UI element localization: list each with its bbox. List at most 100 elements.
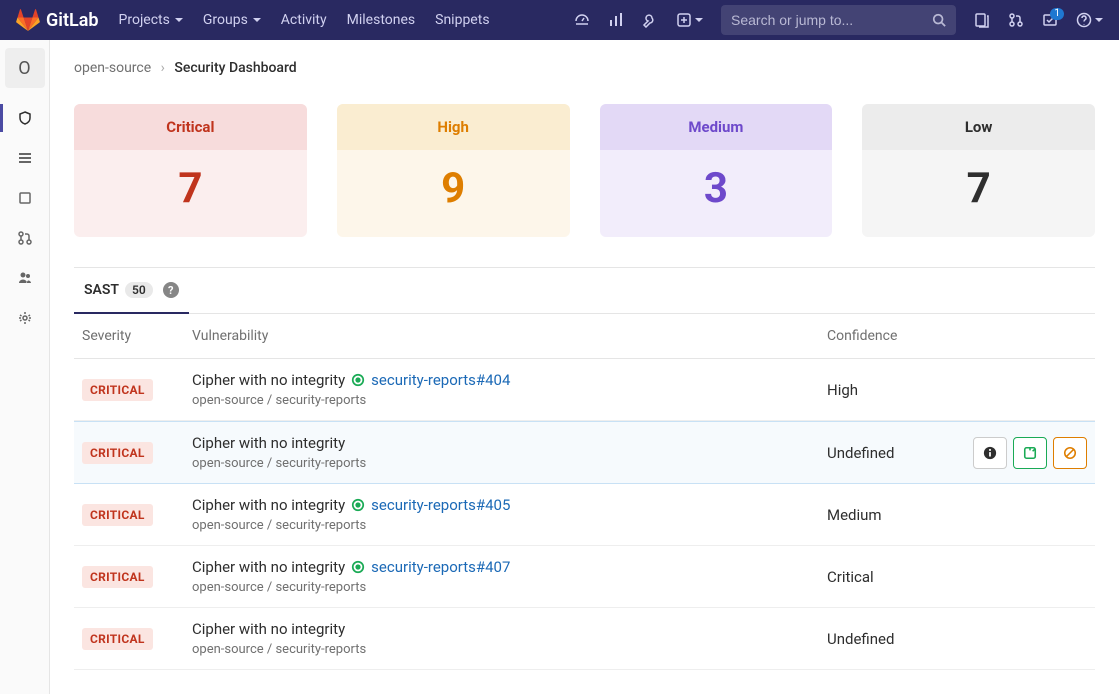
help-icon[interactable]	[1076, 12, 1103, 28]
vulnerability-path: open-source / security-reports	[192, 393, 827, 408]
vulnerabilities-table: Severity Vulnerability Confidence CRITIC…	[74, 314, 1095, 670]
left-sidebar: O	[0, 40, 50, 694]
breadcrumb-separator: ›	[161, 60, 165, 76]
wrench-icon[interactable]	[642, 12, 658, 28]
sidebar-item-packages[interactable]	[0, 178, 50, 218]
nav-projects-label: Projects	[119, 12, 170, 28]
table-row[interactable]: CRITICAL Cipher with no integrity open-sou…	[74, 421, 1095, 484]
vulnerability-path: open-source / security-reports	[192, 518, 827, 533]
card-high[interactable]: High 9	[337, 104, 570, 237]
tab-sast[interactable]: SAST 50 ?	[74, 268, 189, 314]
brand-logo[interactable]: GitLab	[16, 8, 99, 32]
global-search[interactable]	[721, 5, 956, 35]
nav-snippets[interactable]: Snippets	[435, 12, 489, 28]
breadcrumb: open-source › Security Dashboard	[74, 60, 1095, 76]
breadcrumb-group[interactable]: open-source	[74, 60, 151, 76]
gitlab-logo-icon	[16, 8, 40, 32]
issue-link[interactable]: security-reports#404	[371, 371, 510, 389]
severity-badge: CRITICAL	[82, 379, 153, 401]
vulnerability-title: Cipher with no integritysecurity-reports…	[192, 371, 827, 389]
brand-text: GitLab	[46, 10, 99, 31]
table-header: Severity Vulnerability Confidence	[74, 314, 1095, 359]
nav-groups-label: Groups	[203, 12, 248, 28]
table-row[interactable]: CRITICAL Cipher with no integrity open-sou…	[74, 608, 1095, 670]
issue-link[interactable]: security-reports#407	[371, 558, 510, 576]
vulnerability-path: open-source / security-reports	[192, 456, 827, 471]
confidence-value: Medium	[827, 506, 947, 524]
help-icon[interactable]: ?	[163, 282, 179, 298]
sidebar-item-settings[interactable]	[0, 298, 50, 338]
card-critical-count: 7	[74, 164, 307, 213]
summary-cards: Critical 7 High 9 Medium 3 Low 7	[74, 104, 1095, 237]
nav-groups[interactable]: Groups	[203, 12, 261, 28]
card-critical[interactable]: Critical 7	[74, 104, 307, 237]
chevron-down-icon	[253, 18, 261, 22]
severity-badge: CRITICAL	[82, 442, 153, 464]
vulnerability-title: Cipher with no integritysecurity-reports…	[192, 558, 827, 576]
primary-nav: Projects Groups Activity Milestones Snip…	[119, 12, 490, 28]
table-row[interactable]: CRITICAL Cipher with no integritysecurity…	[74, 359, 1095, 421]
issues-icon[interactable]	[974, 12, 990, 28]
severity-badge: CRITICAL	[82, 504, 153, 526]
nav-activity[interactable]: Activity	[281, 12, 327, 28]
plus-icon[interactable]	[676, 12, 703, 28]
sidebar-item-list[interactable]	[0, 138, 50, 178]
card-low[interactable]: Low 7	[862, 104, 1095, 237]
todos-icon[interactable]: 1	[1042, 12, 1058, 28]
confidence-value: Undefined	[827, 444, 947, 462]
card-medium-label: Medium	[600, 104, 833, 150]
card-medium-count: 3	[600, 164, 833, 213]
severity-badge: CRITICAL	[82, 566, 153, 588]
issue-icon	[351, 560, 365, 574]
tab-sast-label: SAST	[84, 282, 119, 298]
sidebar-item-members[interactable]	[0, 258, 50, 298]
sidebar-item-security[interactable]	[0, 98, 50, 138]
nav-projects[interactable]: Projects	[119, 12, 183, 28]
nav-tool-icons	[574, 12, 703, 28]
card-low-label: Low	[862, 104, 1095, 150]
card-critical-label: Critical	[74, 104, 307, 150]
dismiss-button[interactable]	[1053, 437, 1087, 469]
vulnerability-path: open-source / security-reports	[192, 642, 827, 657]
card-low-count: 7	[862, 164, 1095, 213]
vulnerability-path: open-source / security-reports	[192, 580, 827, 595]
search-icon	[932, 13, 946, 27]
main-content: open-source › Security Dashboard Critica…	[50, 40, 1119, 694]
todos-badge: 1	[1050, 8, 1064, 20]
dashboard-icon[interactable]	[574, 12, 590, 28]
user-nav-icons: 1	[974, 12, 1103, 28]
report-tabs: SAST 50 ?	[74, 268, 1095, 314]
vulnerability-title: Cipher with no integrity	[192, 434, 827, 452]
more-info-button[interactable]	[973, 437, 1007, 469]
chart-icon[interactable]	[608, 12, 624, 28]
issue-link[interactable]: security-reports#405	[371, 496, 510, 514]
card-high-count: 9	[337, 164, 570, 213]
card-high-label: High	[337, 104, 570, 150]
issue-icon	[351, 373, 365, 387]
top-navbar: GitLab Projects Groups Activity Mileston…	[0, 0, 1119, 40]
vulnerability-title: Cipher with no integrity	[192, 620, 827, 638]
table-row[interactable]: CRITICAL Cipher with no integritysecurity…	[74, 546, 1095, 608]
nav-milestones[interactable]: Milestones	[347, 12, 416, 28]
merge-requests-icon[interactable]	[1008, 12, 1024, 28]
col-severity: Severity	[82, 328, 192, 344]
table-row[interactable]: CRITICAL Cipher with no integritysecurity…	[74, 484, 1095, 546]
vulnerability-title: Cipher with no integritysecurity-reports…	[192, 496, 827, 514]
chevron-down-icon	[175, 18, 183, 22]
create-issue-button[interactable]	[1013, 437, 1047, 469]
confidence-value: High	[827, 381, 947, 399]
chevron-down-icon	[1095, 18, 1103, 22]
confidence-value: Undefined	[827, 630, 947, 648]
issue-icon	[351, 498, 365, 512]
breadcrumb-current: Security Dashboard	[174, 60, 296, 76]
tab-sast-count: 50	[125, 282, 153, 298]
search-input[interactable]	[731, 12, 932, 28]
chevron-down-icon	[695, 18, 703, 22]
project-avatar[interactable]: O	[5, 48, 45, 88]
card-medium[interactable]: Medium 3	[600, 104, 833, 237]
confidence-value: Critical	[827, 568, 947, 586]
severity-badge: CRITICAL	[82, 628, 153, 650]
row-actions	[947, 437, 1087, 469]
sidebar-item-merge-requests[interactable]	[0, 218, 50, 258]
col-vulnerability: Vulnerability	[192, 328, 827, 344]
